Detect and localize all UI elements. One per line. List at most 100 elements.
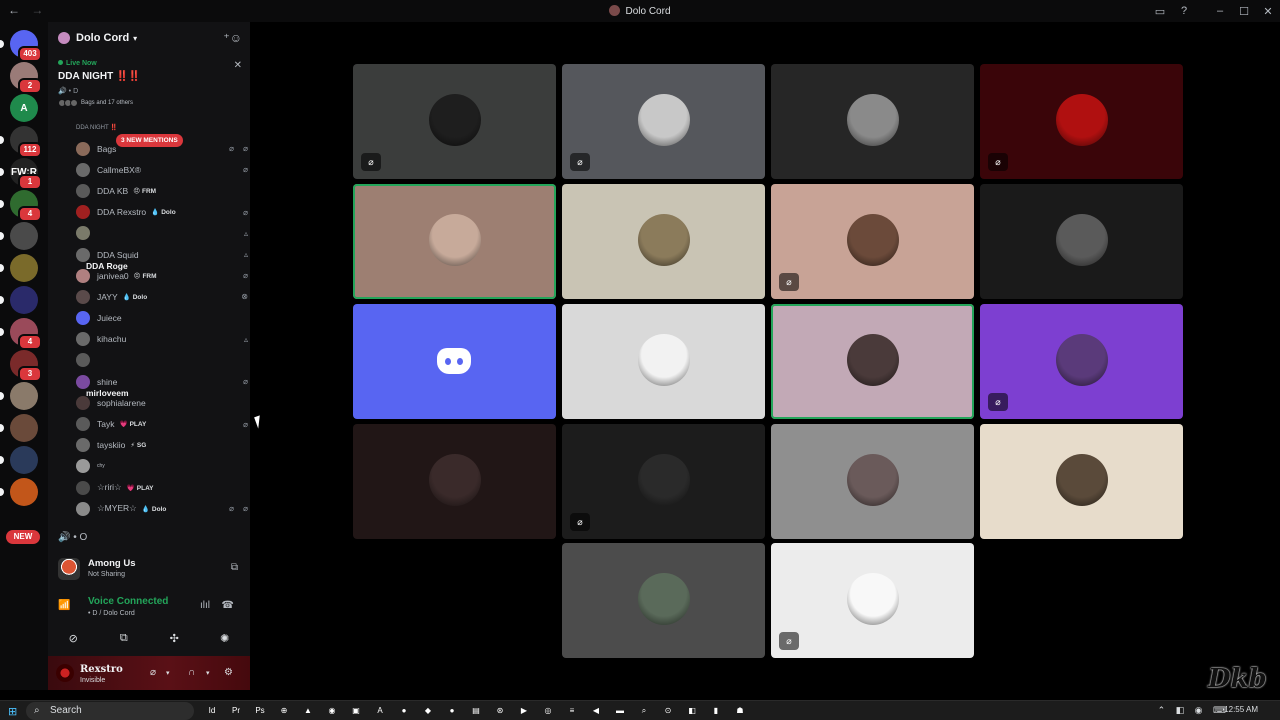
- taskbar-app-icon[interactable]: ≡: [560, 703, 584, 719]
- taskbar-app-icon[interactable]: ▶: [512, 703, 536, 719]
- server-icon[interactable]: A: [10, 94, 38, 122]
- participant-tile[interactable]: ⌀: [771, 543, 974, 658]
- taskbar-app-icon[interactable]: ▤: [464, 703, 488, 719]
- invite-people-icon[interactable]: ⁺☺: [223, 31, 242, 45]
- voice-channel-name[interactable]: DDA NIGHT ‼️: [76, 124, 118, 131]
- taskbar-app-icon[interactable]: ●: [440, 703, 464, 719]
- minimize-button[interactable]: –: [1208, 5, 1232, 17]
- participant-tile[interactable]: [771, 64, 974, 179]
- participant-tile[interactable]: ⌀: [980, 64, 1183, 179]
- taskbar-app-icon[interactable]: ▲: [296, 703, 320, 719]
- inbox-icon[interactable]: ▭: [1148, 5, 1172, 18]
- participant-tile[interactable]: [771, 424, 974, 539]
- taskbar-app-icon[interactable]: ●: [392, 703, 416, 719]
- voice-member[interactable]: ☆riri☆ 💗 PLAY: [76, 477, 248, 498]
- taskbar-app-icon[interactable]: ☗: [728, 703, 752, 719]
- taskbar-app-icon[interactable]: ▮: [704, 703, 728, 719]
- taskbar-app-icon[interactable]: A: [368, 703, 392, 719]
- taskbar-app-icon[interactable]: Ps: [248, 703, 272, 719]
- signal-icon[interactable]: 📶: [58, 600, 70, 611]
- activities-icon[interactable]: ✣: [159, 632, 189, 645]
- server-icon[interactable]: [0, 286, 38, 314]
- voice-member[interactable]: DDA Roge ▵: [76, 223, 248, 271]
- camera-off-icon[interactable]: ⊘: [58, 632, 88, 645]
- soundboard-icon[interactable]: ✺: [210, 632, 240, 645]
- system-tray[interactable]: ⌃ ◧ ◉ ⌨: [1158, 705, 1230, 716]
- server-icon[interactable]: 2: [10, 62, 42, 94]
- server-icon[interactable]: 3: [10, 350, 42, 382]
- taskbar-search[interactable]: ⌕ Search: [26, 702, 194, 720]
- voice-location[interactable]: • D / Dolo Cord: [88, 610, 135, 617]
- voice-member[interactable]: tayskiio ⚡ SG: [76, 435, 248, 456]
- participant-tile[interactable]: [562, 184, 765, 299]
- server-icon[interactable]: [0, 382, 38, 410]
- close-button[interactable]: ✕: [1256, 5, 1280, 18]
- voice-member[interactable]: kihachu ▵: [76, 329, 248, 350]
- voice-connected-label[interactable]: Voice Connected: [88, 596, 168, 607]
- server-icon[interactable]: [0, 254, 38, 282]
- server-icon[interactable]: [0, 222, 38, 250]
- chevron-down-icon[interactable]: ▾: [206, 669, 210, 677]
- participant-tile[interactable]: ⌀: [562, 64, 765, 179]
- participant-tile[interactable]: [353, 184, 556, 299]
- participant-tile[interactable]: ⌀: [980, 304, 1183, 419]
- headphones-icon[interactable]: ∩: [188, 667, 195, 678]
- voice-channel-status[interactable]: 🔊 • O: [58, 532, 87, 543]
- server-icon[interactable]: [0, 478, 38, 506]
- username[interactable]: Rexstro: [80, 664, 123, 675]
- taskbar-app-icon[interactable]: ◉: [320, 703, 344, 719]
- clock[interactable]: 12:55 AM: [1224, 705, 1258, 714]
- server-icon[interactable]: 4: [0, 318, 42, 350]
- voice-member[interactable]: CallmeBX® ⌀: [76, 159, 248, 180]
- new-unreads-pill[interactable]: NEW: [6, 530, 40, 544]
- participant-tile[interactable]: ⌀: [353, 64, 556, 179]
- voice-member[interactable]: DDA KB 😠 FRM: [76, 180, 248, 201]
- participant-tile[interactable]: ⌀: [562, 424, 765, 539]
- server-icon[interactable]: [0, 414, 38, 442]
- taskbar-app-icon[interactable]: ◀: [584, 703, 608, 719]
- voice-member[interactable]: chy: [76, 456, 248, 477]
- voice-member[interactable]: DDA Rexstro 💧 Dolo ⌀: [76, 202, 248, 223]
- maximize-button[interactable]: ☐: [1232, 5, 1256, 18]
- voice-member[interactable]: sophialarene: [76, 392, 248, 413]
- server-icon[interactable]: 403: [0, 30, 42, 62]
- taskbar-app-icon[interactable]: Id: [200, 703, 224, 719]
- participant-tile[interactable]: [353, 304, 556, 419]
- close-icon[interactable]: ✕: [234, 60, 242, 71]
- participant-tile[interactable]: [771, 304, 974, 419]
- new-mentions-pill[interactable]: 3 NEW MENTIONS: [116, 134, 183, 147]
- voice-member[interactable]: DDA Squid ▵: [76, 244, 248, 265]
- taskbar-app-icon[interactable]: ◎: [536, 703, 560, 719]
- taskbar-app-icon[interactable]: ⊕: [272, 703, 296, 719]
- taskbar-app-icon[interactable]: ◧: [680, 703, 704, 719]
- voice-member[interactable]: JAYY 💧 Dolo ⊗: [76, 286, 248, 307]
- noise-suppression-icon[interactable]: ılıl: [200, 600, 210, 611]
- gear-icon[interactable]: ⚙: [224, 667, 233, 678]
- server-icon[interactable]: 112: [0, 126, 42, 158]
- participant-tile[interactable]: ⌀: [771, 184, 974, 299]
- participant-tile[interactable]: [980, 424, 1183, 539]
- mute-icon[interactable]: ⌀: [150, 667, 156, 678]
- server-icon[interactable]: FW:R 1: [0, 158, 42, 190]
- server-icon[interactable]: [0, 446, 38, 474]
- disconnect-icon[interactable]: ☎: [222, 600, 234, 611]
- taskbar-app-icon[interactable]: ⌕: [632, 703, 656, 719]
- voice-member[interactable]: mirloveem: [76, 350, 248, 398]
- taskbar-app-icon[interactable]: Pr: [224, 703, 248, 719]
- voice-member[interactable]: Tayk 💗 PLAY ⌀: [76, 413, 248, 434]
- taskbar-app-icon[interactable]: ⊙: [656, 703, 680, 719]
- help-icon[interactable]: ?: [1172, 5, 1196, 17]
- participant-tile[interactable]: [980, 184, 1183, 299]
- screen-share-icon[interactable]: ⧉: [109, 632, 139, 645]
- participant-tile[interactable]: [353, 424, 556, 539]
- participant-tile[interactable]: [562, 304, 765, 419]
- chevron-down-icon[interactable]: ▾: [166, 669, 170, 677]
- start-icon[interactable]: ⊞: [8, 705, 17, 718]
- voice-member[interactable]: shine ⌀: [76, 371, 248, 392]
- live-event-banner[interactable]: Live Now DDA NIGHT ‼️‼️ ✕ 🔊 • D Bags and…: [48, 54, 250, 124]
- taskbar-app-icon[interactable]: ⊛: [488, 703, 512, 719]
- taskbar-app-icon[interactable]: ◆: [416, 703, 440, 719]
- server-header[interactable]: Dolo Cord ▾ ⁺☺: [48, 22, 250, 54]
- server-icon[interactable]: 4: [0, 190, 42, 222]
- voice-member[interactable]: janivea0 😠 FRM ⌀: [76, 265, 248, 286]
